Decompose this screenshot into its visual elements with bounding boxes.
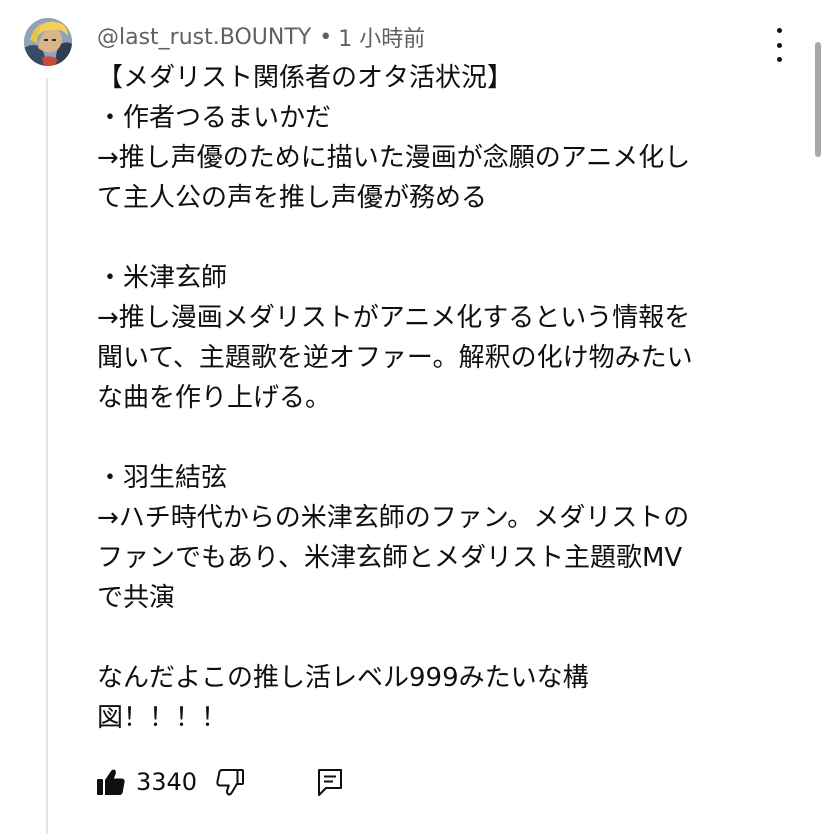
reply-comment-icon xyxy=(318,769,343,796)
comment-line: ファンでもあり、米津玄師とメダリスト主題歌MV xyxy=(97,543,683,573)
comment-author[interactable]: @last_rust.BOUNTY xyxy=(97,25,311,50)
comment-line: →推し漫画メダリストがアニメ化するという情報を xyxy=(97,303,691,333)
comment-line: て主人公の声を推し声優が務める xyxy=(97,183,488,213)
thumbs-up-filled-icon xyxy=(97,769,125,795)
reply-button[interactable] xyxy=(315,767,345,797)
comment-line: ・羽生結弦 xyxy=(97,463,228,493)
character-avatar-icon xyxy=(24,18,72,66)
like-count: 3340 xyxy=(136,768,198,796)
avatar[interactable] xyxy=(24,18,72,66)
comment-line: →推し声優のために描いた漫画が念願のアニメ化し xyxy=(97,143,691,173)
more-options-button[interactable] xyxy=(766,28,792,62)
comment-text: 【メダリスト関係者のオタ活状況】 ・作者つるまいかだ →推し声優のために描いた漫画が… xyxy=(97,58,765,738)
thumbs-down-icon xyxy=(216,769,245,796)
comment-actions: 3340 xyxy=(96,762,345,802)
dislike-button[interactable] xyxy=(215,767,245,797)
scrollbar-thumb[interactable] xyxy=(815,42,821,157)
more-vertical-icon xyxy=(776,28,782,33)
comment-timestamp[interactable]: 1 小時前 xyxy=(338,21,425,53)
comment-line: 聞いて、主題歌を逆オファー。解釈の化け物みたい xyxy=(97,343,693,373)
thread-line xyxy=(46,78,48,834)
comment-line: な曲を作り上げる。 xyxy=(97,383,332,413)
comment-line: →ハチ時代からの米津玄師のファン。メダリストの xyxy=(97,503,690,533)
comment-line: ​ xyxy=(97,618,765,658)
comment-line: ・米津玄師 xyxy=(97,263,228,293)
comment-line: 【メダリスト関係者のオタ活状況】 xyxy=(97,63,514,93)
comment-line: 図！！！！ xyxy=(97,703,228,733)
comment-line: ​ xyxy=(97,218,765,258)
comment-header: @last_rust.BOUNTY • 1 小時前 xyxy=(97,20,425,54)
comment-line: で共演 xyxy=(97,583,176,613)
header-separator: • xyxy=(319,24,333,50)
like-button[interactable] xyxy=(96,767,126,797)
comment-line: ​ xyxy=(97,418,765,458)
comment-line: なんだよこの推し活レベル999みたいな構 xyxy=(97,663,589,693)
comment-line: ・作者つるまいかだ xyxy=(97,103,332,133)
